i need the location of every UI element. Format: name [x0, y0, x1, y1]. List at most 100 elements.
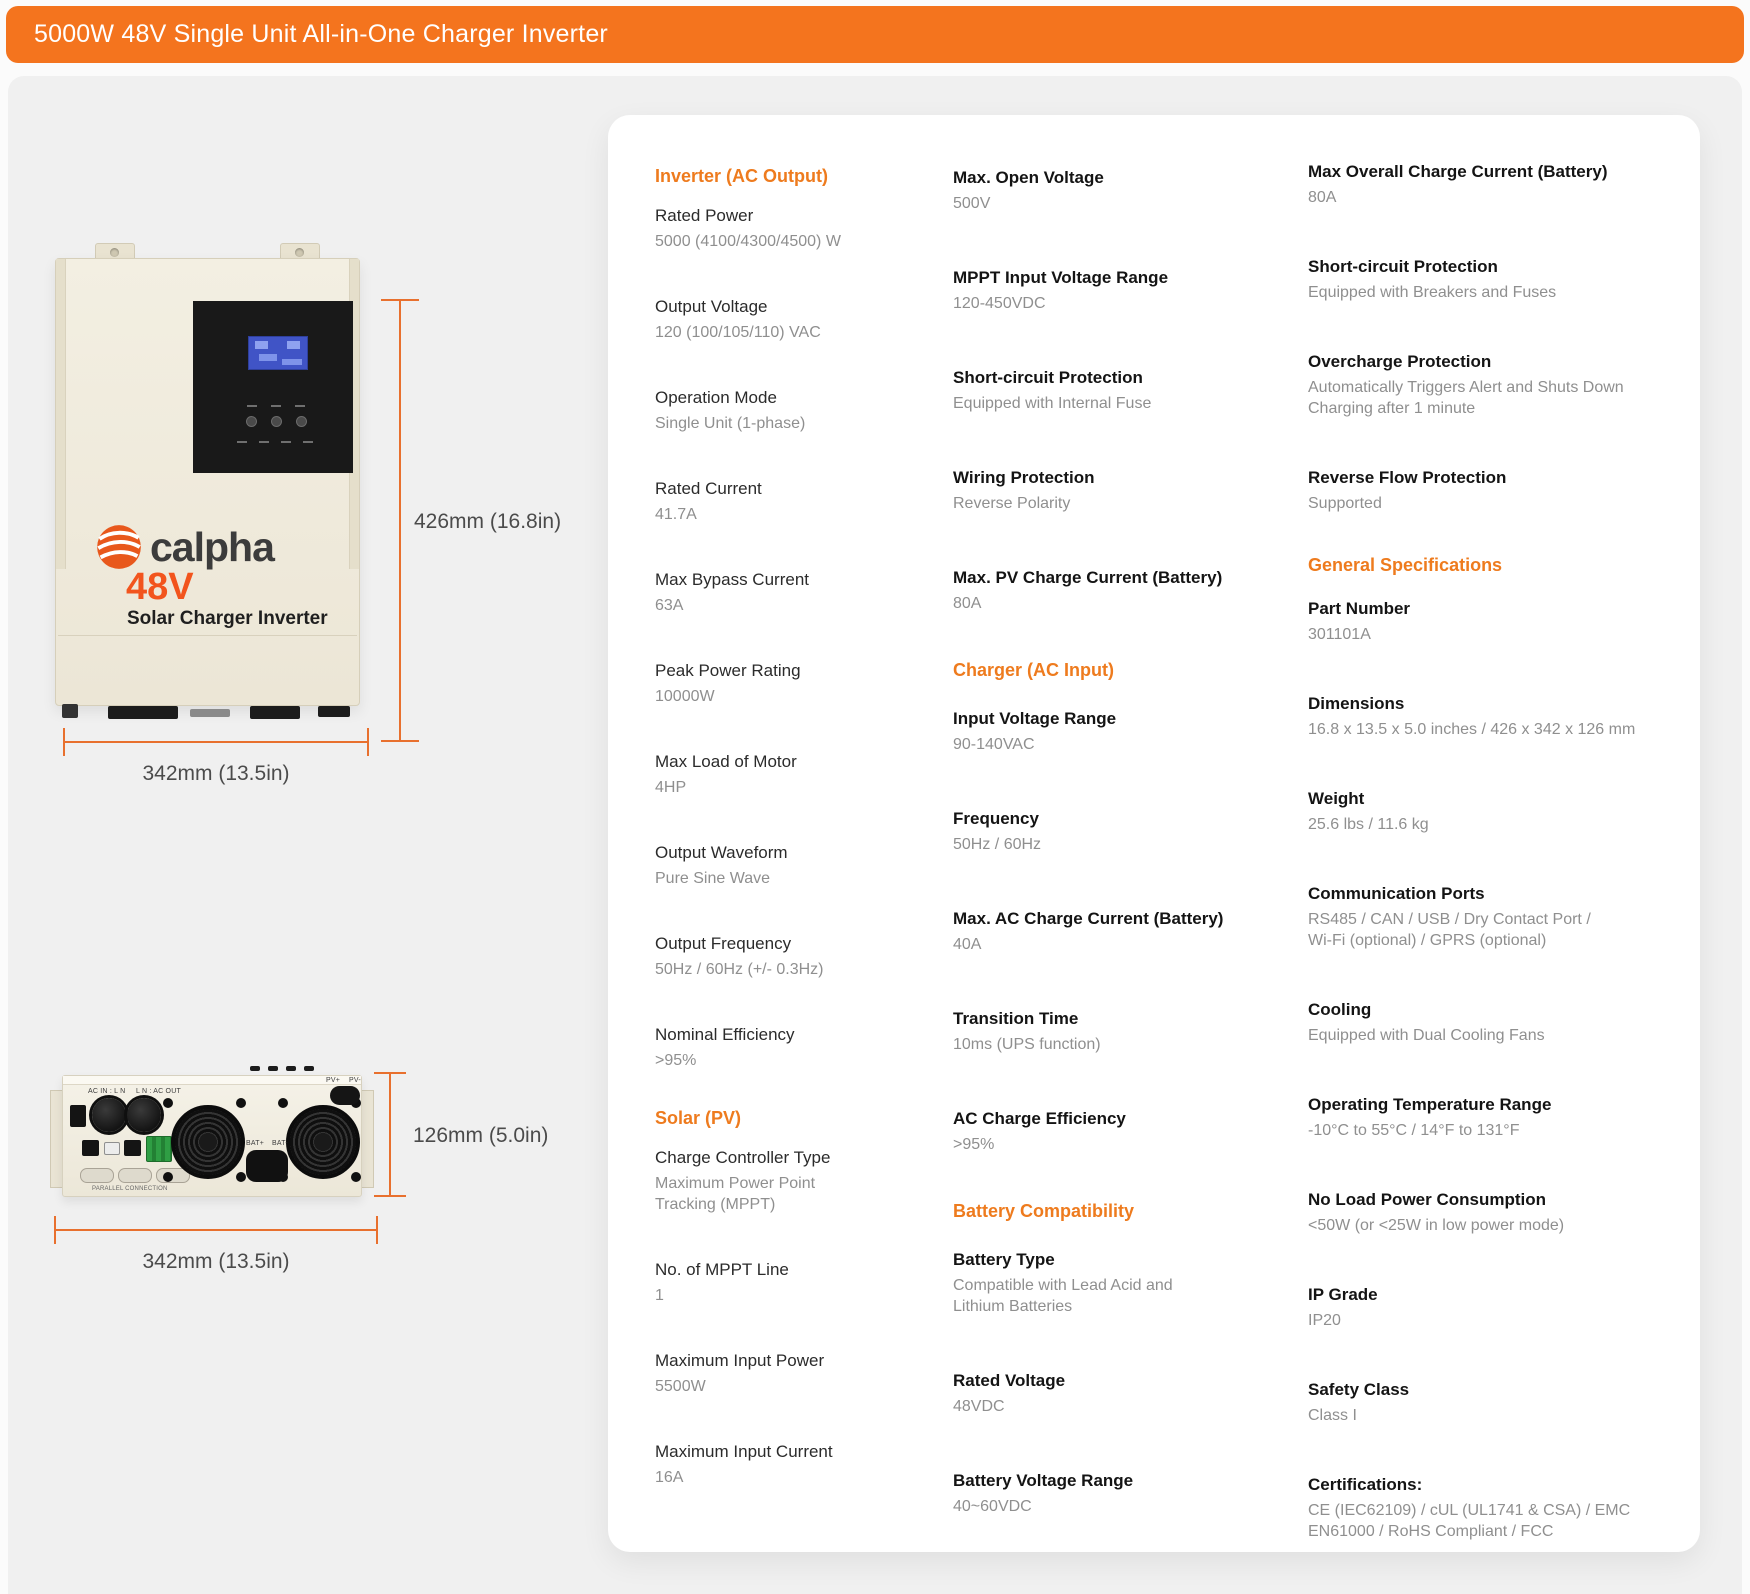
panel-caption [295, 405, 305, 407]
spec-column-charger: Max. Open Voltage 500V MPPT Input Voltage … [953, 167, 1283, 1517]
spec-item: Short-circuit Protection Equipped with In… [953, 367, 1283, 414]
spec-value: 10000W [655, 688, 715, 705]
panel-button [297, 417, 306, 426]
bottom-width-label: 342mm (13.5in) [142, 1250, 290, 1273]
spec-label: Charge Controller Type [655, 1148, 831, 1167]
spec-item: Output Waveform Pure Sine Wave [655, 842, 920, 889]
dimension-cap [374, 1195, 406, 1197]
spec-item: Battery Type Compatible with Lead Acid an… [953, 1249, 1283, 1317]
spec-label: Transition Time [953, 1009, 1079, 1028]
panel-caption [247, 405, 257, 407]
spec-label: Output Frequency [655, 934, 792, 953]
spec-value: Compatible with Lead Acid and Lithium Ba… [953, 1277, 1173, 1315]
bottom-connector [108, 706, 178, 719]
lcd-graphic [287, 341, 300, 349]
spec-item: Max Bypass Current 63A [655, 569, 920, 616]
lcd-graphic [259, 354, 277, 361]
parallel-connector [118, 1168, 152, 1183]
spec-value: <50W (or <25W in low power mode) [1308, 1217, 1565, 1234]
battery-terminal-cover [246, 1150, 288, 1182]
dimension-line-height-bottom [389, 1073, 391, 1197]
spec-label: Wiring Protection [953, 468, 1095, 487]
spec-item: Communication Ports RS485 / CAN / USB / D… [1308, 883, 1680, 951]
spec-label: Output Waveform [655, 843, 788, 862]
spec-item: Maximum Input Current 16A [655, 1441, 920, 1488]
spec-sheet-page: { "header": { "title": "5000W 48V Single… [0, 0, 1750, 1594]
spec-label: Short-circuit Protection [1308, 257, 1498, 276]
spec-item: Battery Voltage Range 40~60VDC [953, 1470, 1283, 1517]
spec-item: Reverse Flow Protection Supported [1308, 467, 1680, 514]
page-title: 5000W 48V Single Unit All-in-One Charger… [34, 20, 608, 48]
spec-label: Input Voltage Range [953, 709, 1117, 728]
section-heading: Inverter (AC Output) [655, 166, 828, 186]
spec-label: Nominal Efficiency [655, 1025, 795, 1044]
spec-item: Frequency 50Hz / 60Hz [953, 808, 1283, 855]
spec-value: Equipped with Breakers and Fuses [1308, 284, 1557, 301]
bat-plus-label: BAT+ [246, 1140, 264, 1147]
spec-value: 16.8 x 13.5 x 5.0 inches / 426 x 342 x 1… [1308, 721, 1636, 738]
dry-contact-terminal [146, 1136, 172, 1162]
spec-item: Operating Temperature Range -10°C to 55°C… [1308, 1094, 1680, 1141]
header-bar: 5000W 48V Single Unit All-in-One Charger… [6, 6, 1744, 63]
top-tick [286, 1066, 296, 1071]
spec-value: 63A [655, 597, 684, 614]
front-height-label: 426mm (16.8in) [414, 510, 562, 533]
spec-value: 5000 (4100/4300/4500) W [655, 233, 841, 250]
spec-value: Equipped with Dual Cooling Fans [1308, 1027, 1545, 1044]
dimension-line-height-front [399, 300, 401, 742]
spec-value: 10ms (UPS function) [953, 1036, 1101, 1053]
spec-label: IP Grade [1308, 1285, 1378, 1304]
spec-value: 41.7A [655, 506, 697, 523]
dimension-line-width-bottom [55, 1229, 377, 1231]
spec-item: MPPT Input Voltage Range 120-450VDC [953, 267, 1283, 314]
section-heading: Charger (AC Input) [953, 660, 1114, 680]
spec-item: Max. PV Charge Current (Battery) 80A [953, 567, 1283, 614]
pv-plus-label: PV+ [326, 1077, 341, 1084]
spec-label: Rated Power [655, 206, 754, 225]
parallel-connection-label: PARALLEL CONNECTION [92, 1186, 168, 1192]
mounting-tab-left [95, 243, 135, 259]
cooling-fan-left-icon [171, 1105, 245, 1179]
dimension-cap [54, 1216, 56, 1244]
mounting-tab-right [280, 243, 320, 259]
spec-item: Max. Open Voltage 500V [953, 167, 1283, 214]
spec-value: Reverse Polarity [953, 495, 1071, 512]
brand-logo: calpha [96, 524, 275, 570]
spec-item: No Load Power Consumption <50W (or <25W i… [1308, 1189, 1680, 1236]
body-seam [58, 635, 357, 636]
spec-item: Max Load of Motor 4HP [655, 751, 920, 798]
spec-label: Rated Voltage [953, 1371, 1066, 1390]
spec-value: >95% [953, 1136, 995, 1153]
side-rail-left [56, 259, 66, 569]
display-panel [193, 301, 353, 473]
spec-label: Max. AC Charge Current (Battery) [953, 909, 1224, 928]
dimension-cap [63, 728, 65, 756]
model-subtitle: Solar Charger Inverter [127, 608, 328, 629]
spec-value: 50Hz / 60Hz (+/- 0.3Hz) [655, 961, 824, 978]
spec-item: Dimensions 16.8 x 13.5 x 5.0 inches / 426… [1308, 693, 1680, 740]
spec-item: Output Voltage 120 (100/105/110) VAC [655, 296, 920, 343]
spec-label: Frequency [953, 809, 1039, 828]
spec-label: Part Number [1308, 599, 1411, 618]
bottom-connector [250, 706, 300, 719]
spec-value: 500V [953, 195, 991, 212]
spec-value: IP20 [1308, 1312, 1341, 1329]
bottom-connector [318, 706, 350, 717]
spec-value: 48VDC [953, 1398, 1005, 1415]
spec-card: Inverter (AC Output) Rated Power 5000 (410… [608, 115, 1700, 1552]
parallel-connector [80, 1168, 114, 1183]
spec-label: Operation Mode [655, 388, 777, 407]
panel-caption [259, 441, 269, 443]
rs485-port [82, 1140, 99, 1156]
spec-value: RS485 / CAN / USB / Dry Contact Port / W… [1308, 911, 1591, 949]
dimension-cap [374, 1072, 406, 1074]
spec-item: Nominal Efficiency >95% [655, 1024, 920, 1071]
panel-caption [271, 405, 281, 407]
spec-value: 80A [1308, 189, 1337, 206]
dimension-cap [381, 299, 419, 301]
ac-out-port-label: L N : AC OUT [136, 1088, 181, 1095]
fan-screws-icon [163, 1098, 173, 1108]
power-switch [70, 1105, 86, 1127]
spec-item: Max. AC Charge Current (Battery) 40A [953, 908, 1283, 955]
spec-label: Operating Temperature Range [1308, 1095, 1552, 1114]
